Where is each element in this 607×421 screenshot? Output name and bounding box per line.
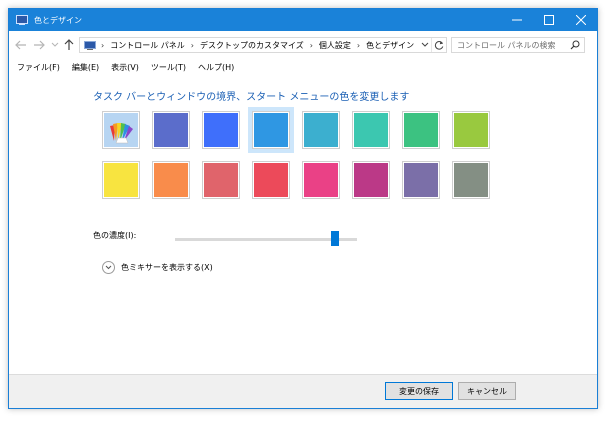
navigation-bar: › コントロール パネル › デスクトップのカスタマイズ › 個人設定 › 色と…	[9, 31, 597, 59]
color-swatch[interactable]	[202, 111, 240, 149]
swatch-fill[interactable]	[204, 163, 238, 197]
control-panel-icon	[16, 15, 28, 25]
menu-tools[interactable]: ツール(T)	[151, 62, 186, 73]
auto-color-swatch[interactable]	[102, 111, 140, 149]
menu-file[interactable]: ファイル(F)	[17, 62, 60, 73]
swatch-fill[interactable]	[104, 113, 138, 147]
minimize-icon	[512, 19, 522, 21]
up-button[interactable]	[61, 37, 77, 53]
breadcrumb-personalization[interactable]: 個人設定	[319, 40, 351, 51]
color-swatch[interactable]	[152, 161, 190, 199]
color-swatch[interactable]	[452, 111, 490, 149]
color-swatch[interactable]	[102, 161, 140, 199]
color-and-appearance-window: 色とデザイン › コントロール パネル › デスクトップのカスタマイズ › 個人…	[8, 8, 598, 409]
color-intensity-slider[interactable]	[175, 231, 357, 246]
breadcrumb-separator-icon[interactable]: ›	[310, 41, 313, 50]
menu-bar: ファイル(F) 編集(E) 表示(V) ツール(T) ヘルプ(H)	[9, 59, 597, 75]
swatch-fill[interactable]	[404, 113, 438, 147]
address-bar[interactable]: › コントロール パネル › デスクトップのカスタマイズ › 個人設定 › 色と…	[79, 37, 447, 53]
control-panel-icon	[84, 40, 97, 50]
save-changes-button[interactable]: 変更の保存	[385, 382, 453, 400]
title-bar[interactable]: 色とデザイン	[9, 9, 597, 31]
refresh-button[interactable]	[431, 38, 446, 52]
color-mixer-toggle[interactable]: 色ミキサーを表示する(X)	[102, 261, 213, 274]
swatch-fill[interactable]	[404, 163, 438, 197]
color-intensity-label: 色の濃度(I):	[93, 231, 137, 240]
search-icon[interactable]	[570, 40, 580, 52]
breadcrumb-separator-icon[interactable]: ›	[357, 41, 360, 50]
color-swatch[interactable]	[352, 111, 390, 149]
swatch-fill[interactable]	[304, 113, 338, 147]
back-button[interactable]	[13, 37, 29, 53]
color-swatch[interactable]	[202, 161, 240, 199]
swatch-fill[interactable]	[204, 113, 238, 147]
maximize-icon	[544, 15, 554, 25]
back-arrow-icon	[15, 40, 26, 50]
color-swatch[interactable]	[402, 111, 440, 149]
chevron-down-icon[interactable]	[102, 261, 115, 274]
refresh-icon	[434, 41, 444, 50]
swatch-fill[interactable]	[104, 163, 138, 197]
breadcrumb-control-panel[interactable]: コントロール パネル	[110, 40, 185, 51]
swatch-fill[interactable]	[254, 113, 288, 147]
chevron-down-icon	[421, 42, 429, 47]
forward-button[interactable]	[31, 37, 47, 53]
page-heading: タスク バーとウィンドウの境界、スタート メニューの色を変更します	[93, 92, 410, 103]
swatch-fill[interactable]	[454, 163, 488, 197]
close-icon	[576, 15, 586, 25]
menu-view[interactable]: 表示(V)	[111, 62, 139, 73]
swatch-fill[interactable]	[354, 163, 388, 197]
breadcrumb-desktop-customization[interactable]: デスクトップのカスタマイズ	[200, 40, 304, 51]
breadcrumb-color-and-appearance[interactable]: 色とデザイン	[366, 40, 414, 51]
menu-edit[interactable]: 編集(E)	[72, 62, 99, 73]
menu-help[interactable]: ヘルプ(H)	[198, 62, 234, 73]
address-dropdown-button[interactable]	[419, 38, 431, 52]
chevron-down-icon	[51, 42, 59, 47]
color-swatch[interactable]	[302, 161, 340, 199]
color-swatch[interactable]	[252, 161, 290, 199]
up-arrow-icon	[64, 39, 74, 50]
forward-arrow-icon	[34, 40, 45, 50]
window-title: 色とデザイン	[34, 15, 82, 25]
color-swatch[interactable]	[152, 111, 190, 149]
swatch-fill[interactable]	[154, 113, 188, 147]
search-placeholder: コントロール パネルの検索	[457, 40, 556, 50]
minimize-button[interactable]	[501, 9, 533, 31]
color-mixer-label[interactable]: 色ミキサーを表示する(X)	[121, 262, 213, 273]
swatch-fill[interactable]	[354, 113, 388, 147]
slider-track[interactable]	[175, 238, 357, 241]
swatch-fill[interactable]	[304, 163, 338, 197]
color-swatch[interactable]	[402, 161, 440, 199]
swatch-fill[interactable]	[254, 163, 288, 197]
breadcrumb-separator-icon[interactable]: ›	[191, 41, 194, 50]
cancel-button[interactable]: キャンセル	[458, 382, 516, 400]
swatch-fill[interactable]	[154, 163, 188, 197]
slider-thumb[interactable]	[331, 231, 339, 246]
color-swatch-grid	[102, 107, 522, 211]
footer-bar: 変更の保存 キャンセル	[9, 374, 597, 408]
close-button[interactable]	[565, 9, 597, 31]
breadcrumb-separator-icon[interactable]: ›	[101, 41, 104, 50]
color-palette-icon	[110, 123, 133, 144]
search-input[interactable]: コントロール パネルの検索	[451, 37, 585, 53]
color-swatch[interactable]	[352, 161, 390, 199]
color-swatch[interactable]	[302, 111, 340, 149]
color-swatch[interactable]	[452, 161, 490, 199]
color-swatch[interactable]	[248, 107, 294, 153]
maximize-button[interactable]	[533, 9, 565, 31]
swatch-fill[interactable]	[454, 113, 488, 147]
